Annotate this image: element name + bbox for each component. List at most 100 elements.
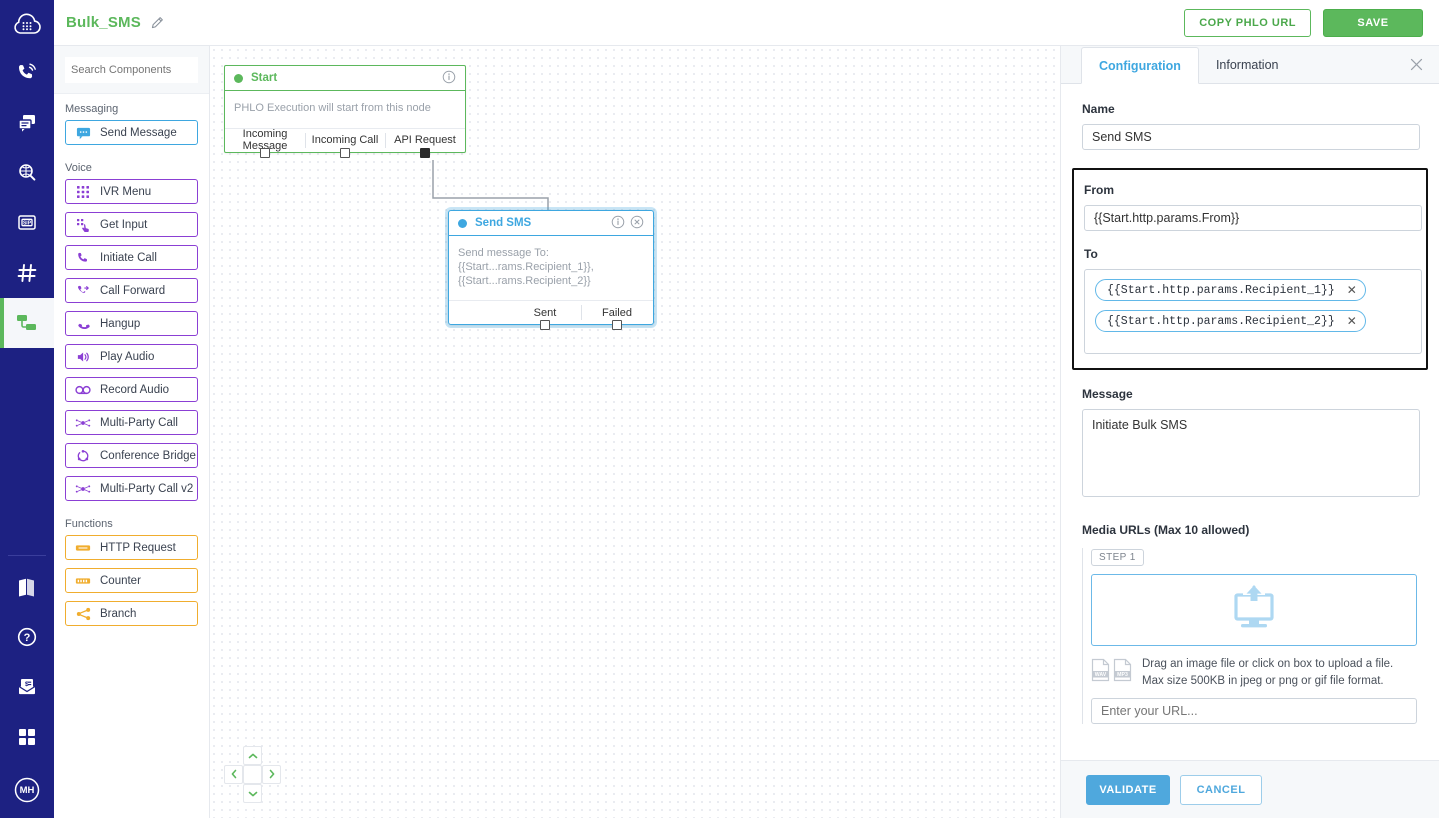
component-hangup[interactable]: Hangup — [65, 311, 198, 336]
name-label: Name — [1082, 102, 1439, 116]
port-handle[interactable] — [340, 148, 350, 158]
node-start-header: Start — [225, 66, 465, 91]
component-label: Get Input — [100, 219, 147, 231]
port-handle[interactable] — [540, 320, 550, 330]
sidebar-item-lookup[interactable] — [0, 148, 54, 198]
component-play-audio[interactable]: Play Audio — [65, 344, 198, 369]
group-label-messaging: Messaging — [54, 94, 209, 120]
copy-phlo-url-button[interactable]: COPY PHLO URL — [1184, 9, 1311, 37]
tab-configuration[interactable]: Configuration — [1081, 47, 1199, 84]
port-handle[interactable] — [260, 148, 270, 158]
name-input[interactable] — [1082, 124, 1420, 150]
step-badge: STEP 1 — [1091, 549, 1144, 566]
message-textarea[interactable]: Initiate Bulk SMS — [1082, 409, 1420, 497]
group-label-voice: Voice — [54, 153, 209, 179]
component-conference-bridge[interactable]: Conference Bridge — [65, 443, 198, 468]
sidebar-item-messaging[interactable] — [0, 98, 54, 148]
node-send-sms[interactable]: Send SMS Send message To: {{Start...rams… — [448, 210, 654, 325]
upload-hint-line1: Drag an image file or click on box to up… — [1142, 658, 1393, 670]
flow-canvas[interactable]: Start PHLO Execution will start from thi… — [210, 46, 1060, 818]
component-label: Hangup — [100, 318, 140, 330]
media-step-group: STEP 1 — [1082, 548, 1428, 724]
component-get-input[interactable]: Get Input — [65, 212, 198, 237]
apps-grid-icon — [17, 727, 37, 747]
config-scroll-area[interactable]: Name From To {{Start.http.params.Recipie… — [1061, 84, 1439, 760]
sidebar-item-voice[interactable] — [0, 48, 54, 98]
node-start[interactable]: Start PHLO Execution will start from thi… — [224, 65, 466, 153]
chevron-up-icon — [248, 748, 258, 763]
port-incoming-call[interactable]: Incoming Call — [305, 129, 385, 152]
pan-up-button[interactable] — [243, 746, 262, 765]
phlo-flow-icon — [14, 311, 40, 335]
multi-party-icon — [66, 483, 100, 495]
close-icon[interactable]: ✕ — [1347, 315, 1357, 327]
component-http-request[interactable]: HTTP Request — [65, 535, 198, 560]
user-avatar-icon: MH — [14, 777, 40, 803]
sidebar-item-billing[interactable]: $ — [0, 662, 54, 712]
node-sms-ports: Sent Failed — [449, 300, 653, 324]
to-chip[interactable]: {{Start.http.params.Recipient_1}} ✕ — [1095, 279, 1366, 301]
tab-information[interactable]: Information — [1199, 46, 1296, 83]
component-multi-party-call[interactable]: Multi-Party Call — [65, 410, 198, 435]
get-input-icon — [66, 218, 100, 232]
close-icon[interactable] — [1410, 58, 1423, 74]
sidebar-item-help[interactable]: ? — [0, 612, 54, 662]
component-label: Call Forward — [100, 285, 165, 297]
chevron-left-icon — [230, 767, 238, 782]
save-button[interactable]: SAVE — [1323, 9, 1423, 37]
pan-center[interactable] — [243, 765, 262, 784]
cancel-button[interactable]: CANCEL — [1180, 775, 1262, 805]
mp3-file-icon: MP3 — [1113, 658, 1132, 685]
close-circle-icon[interactable] — [630, 215, 644, 232]
component-initiate-call[interactable]: Initiate Call — [65, 245, 198, 270]
component-record-audio[interactable]: Record Audio — [65, 377, 198, 402]
to-chip-label: {{Start.http.params.Recipient_1}} — [1107, 284, 1335, 297]
pan-down-button[interactable] — [243, 784, 262, 803]
sidebar-item-plivo-logo[interactable] — [0, 0, 54, 48]
group-label-functions: Functions — [54, 509, 209, 535]
port-sent[interactable]: Sent — [509, 301, 581, 324]
component-branch[interactable]: Branch — [65, 601, 198, 626]
component-multi-party-call-v2[interactable]: Multi-Party Call v2 — [65, 476, 198, 501]
port-handle[interactable] — [612, 320, 622, 330]
media-url-input[interactable] — [1091, 698, 1417, 724]
port-handle[interactable] — [420, 148, 430, 158]
component-counter[interactable]: Counter — [65, 568, 198, 593]
sidebar-item-phlo[interactable] — [0, 298, 54, 348]
pan-right-button[interactable] — [262, 765, 281, 784]
pencil-icon[interactable] — [150, 16, 164, 30]
close-icon[interactable]: ✕ — [1347, 284, 1357, 296]
validate-button[interactable]: VALIDATE — [1086, 775, 1170, 805]
node-sms-body-line: {{Start...rams.Recipient_1}}, — [458, 261, 644, 275]
node-title: Start — [251, 72, 277, 84]
port-label: Sent — [534, 307, 557, 319]
sidebar-item-sip[interactable]: SIP — [0, 198, 54, 248]
components-panel: Messaging Send Message Voice IVR Menu Ge… — [54, 46, 210, 818]
pan-left-button[interactable] — [224, 765, 243, 784]
to-chips-container[interactable]: {{Start.http.params.Recipient_1}} ✕ {{St… — [1084, 269, 1422, 354]
file-dropzone[interactable] — [1091, 574, 1417, 646]
node-title: Send SMS — [475, 217, 531, 229]
sidebar-item-phone-numbers[interactable] — [0, 248, 54, 298]
component-call-forward[interactable]: Call Forward — [65, 278, 198, 303]
node-sms-body-line: Send message To: — [458, 247, 644, 261]
sidebar-item-apps[interactable] — [0, 712, 54, 762]
avatar[interactable]: MH — [0, 762, 54, 818]
search-input[interactable] — [65, 57, 198, 83]
multi-party-icon — [66, 417, 100, 429]
sidebar-item-docs[interactable] — [0, 562, 54, 612]
from-to-highlight-group: From To {{Start.http.params.Recipient_1}… — [1072, 168, 1428, 370]
port-failed[interactable]: Failed — [581, 301, 653, 324]
port-incoming-message[interactable]: Incoming Message — [225, 129, 305, 152]
component-ivr-menu[interactable]: IVR Menu — [65, 179, 198, 204]
node-sms-body: Send message To: {{Start...rams.Recipien… — [449, 236, 653, 300]
to-chip[interactable]: {{Start.http.params.Recipient_2}} ✕ — [1095, 310, 1366, 332]
top-header: Bulk_SMS COPY PHLO URL SAVE — [54, 0, 1439, 46]
component-send-message[interactable]: Send Message — [65, 120, 198, 145]
port-api-request[interactable]: API Request — [385, 129, 465, 152]
info-icon[interactable] — [442, 70, 456, 87]
chat-bubble-icon — [66, 125, 100, 140]
from-input[interactable] — [1084, 205, 1422, 231]
info-icon[interactable] — [611, 215, 625, 232]
avatar-initials: MH — [14, 777, 40, 803]
